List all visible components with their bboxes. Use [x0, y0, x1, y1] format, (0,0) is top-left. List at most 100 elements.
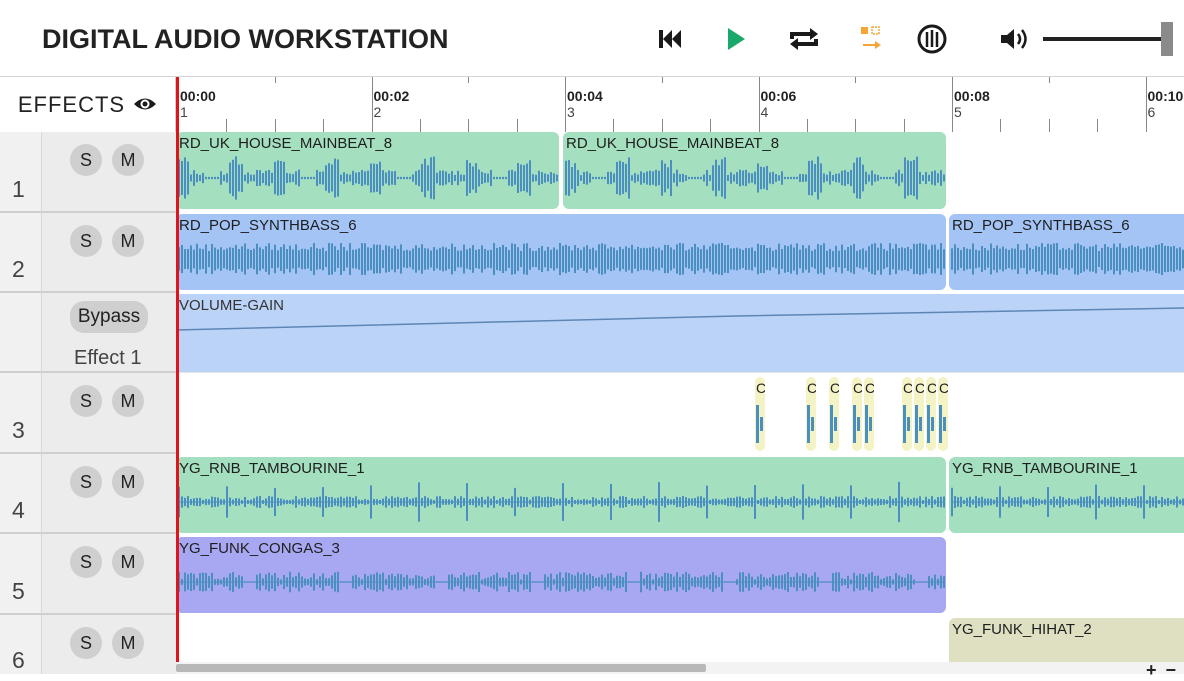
track-controls: S M	[42, 132, 176, 213]
midi-note-bar	[869, 417, 872, 431]
ruler-time-label: 00:02	[373, 88, 410, 104]
audio-clip[interactable]: YG_FUNK_HIHAT_2	[949, 618, 1184, 662]
mute-button[interactable]: M	[112, 466, 144, 498]
ruler-minor-tick	[1048, 119, 1050, 132]
effects-toggle[interactable]: EFFECTS	[0, 77, 176, 133]
ruler-measure-label: 2	[373, 104, 382, 120]
midi-clip[interactable]: C	[852, 377, 862, 451]
mute-button[interactable]: M	[112, 225, 144, 257]
ruler-major-tick	[952, 77, 953, 132]
midi-note-bar	[919, 417, 922, 431]
automation-line	[176, 307, 1184, 331]
waveform	[178, 481, 945, 523]
midi-clip[interactable]: C	[864, 377, 874, 451]
mute-button[interactable]: M	[112, 385, 144, 417]
metronome-button[interactable]	[911, 20, 953, 58]
ruler-time-label: 00:04	[567, 88, 603, 104]
midi-note-bar	[760, 417, 763, 431]
clip-label: C	[865, 380, 874, 396]
ruler-minor-tick	[274, 119, 276, 132]
play-button[interactable]	[716, 20, 756, 58]
timeline-ruler[interactable]: 00:00 1 00:02 2 00:04 3 00:06 4 00:08 5 00:10 6	[176, 77, 1184, 133]
ruler-minor-tick	[419, 119, 421, 132]
ruler-minor-tick	[274, 77, 276, 83]
audio-clip[interactable]: RD_POP_SYNTHBASS_6	[176, 214, 946, 290]
audio-clip[interactable]: RD_POP_SYNTHBASS_6	[949, 214, 1184, 290]
ruler-measure-label: 1	[180, 104, 188, 120]
track-controls-column: EFFECTS 1 S M 2 S M Bypass Effect 1 3 S …	[0, 77, 176, 674]
ruler-minor-tick	[661, 119, 663, 132]
track-row-3: 3 S M	[0, 373, 176, 454]
midi-clip[interactable]: C	[926, 377, 936, 451]
clip-label: C	[853, 380, 862, 396]
effect-automation-lane[interactable]: VOLUME-GAIN	[176, 294, 1184, 372]
mute-button[interactable]: M	[112, 144, 144, 176]
clip-label: YG_FUNK_CONGAS_3	[179, 540, 340, 557]
track-row-6: 6 S M	[0, 615, 176, 674]
solo-button[interactable]: S	[70, 385, 102, 417]
midi-note-bar	[927, 405, 930, 443]
eye-icon	[133, 92, 157, 118]
ruler-minor-tick	[1097, 119, 1099, 132]
loop-button[interactable]	[782, 20, 826, 58]
midi-note-bar	[939, 405, 942, 443]
ruler-minor-tick	[613, 119, 615, 132]
waveform	[178, 156, 558, 200]
track-controls: S M	[42, 454, 176, 534]
bypass-button[interactable]: Bypass	[70, 301, 148, 333]
audio-clip[interactable]: YG_RNB_TAMBOURINE_1	[949, 457, 1184, 533]
mute-button[interactable]: M	[112, 627, 144, 659]
mute-button[interactable]: M	[112, 546, 144, 578]
audio-clip[interactable]: YG_FUNK_CONGAS_3	[176, 537, 946, 613]
track-number: 1	[12, 176, 25, 202]
midi-clip[interactable]: C	[938, 377, 948, 451]
solo-button[interactable]: S	[70, 627, 102, 659]
ruler-measure-label: 6	[1147, 104, 1156, 120]
midi-note-bar	[931, 417, 934, 431]
audio-clip[interactable]: RD_UK_HOUSE_MAINBEAT_8	[563, 132, 946, 209]
scrollbar-thumb[interactable]	[176, 664, 706, 672]
horizontal-scrollbar[interactable]	[176, 662, 1184, 674]
volume-button[interactable]	[995, 20, 1035, 58]
midi-clip[interactable]: C	[755, 377, 765, 451]
solo-button[interactable]: S	[70, 466, 102, 498]
ruler-minor-tick	[710, 119, 712, 132]
ruler-time-label: 00:06	[760, 88, 797, 104]
ruler-minor-tick	[903, 119, 905, 132]
clip-label: YG_FUNK_HIHAT_2	[952, 621, 1092, 638]
follow-playhead-icon	[861, 26, 881, 49]
solo-button[interactable]: S	[70, 225, 102, 257]
waveform	[951, 484, 1184, 520]
ruler-minor-tick	[1048, 77, 1050, 83]
ruler-major-tick	[1145, 77, 1147, 132]
audio-clip[interactable]: YG_RNB_TAMBOURINE_1	[176, 457, 946, 533]
midi-note-bar	[834, 417, 837, 431]
volume-slider-track[interactable]	[1043, 37, 1163, 41]
audio-clip[interactable]: RD_UK_HOUSE_MAINBEAT_8	[176, 132, 559, 209]
midi-note-bar	[830, 405, 833, 443]
midi-clip[interactable]: C	[914, 377, 924, 451]
midi-note-bar	[811, 417, 814, 431]
ruler-minor-tick	[516, 119, 518, 132]
solo-button[interactable]: S	[70, 144, 102, 176]
skip-to-start-button[interactable]	[650, 20, 690, 58]
follow-playhead-button[interactable]	[851, 20, 891, 58]
midi-clip[interactable]: C	[806, 377, 816, 451]
zoom-controls[interactable]: + −	[1146, 660, 1178, 681]
midi-clip[interactable]: C	[902, 377, 912, 451]
volume-slider-thumb[interactable]	[1161, 22, 1173, 56]
playhead[interactable]	[176, 77, 179, 674]
track-controls: S M	[42, 534, 176, 615]
clip-label: YG_RNB_TAMBOURINE_1	[952, 460, 1138, 477]
ruler-time-label: 00:08	[954, 88, 990, 104]
solo-button[interactable]: S	[70, 546, 102, 578]
clip-label: C	[807, 380, 816, 396]
midi-clip[interactable]: C	[829, 377, 839, 451]
waveform	[565, 156, 945, 200]
ruler-minor-tick	[855, 119, 857, 132]
track-number: 2	[12, 256, 25, 282]
track-controls: S M	[42, 213, 176, 293]
track-number: 6	[12, 647, 25, 673]
track-controls: S M	[42, 615, 176, 674]
ruler-minor-tick	[468, 119, 470, 132]
